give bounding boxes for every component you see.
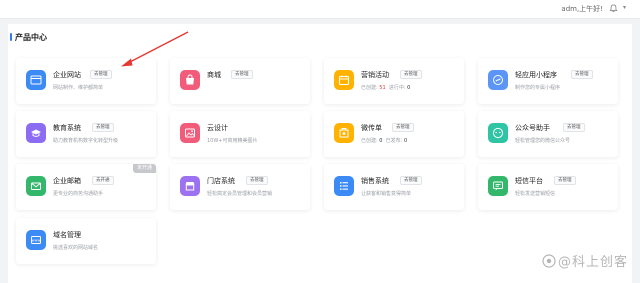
image-icon	[180, 123, 200, 143]
mail-icon	[26, 176, 46, 196]
manage-button[interactable]: 去管理	[90, 70, 112, 79]
watermark: @科上创客	[542, 251, 628, 270]
chevron-down-icon[interactable]: ▾	[623, 4, 626, 11]
card-title: 域名管理	[53, 231, 81, 239]
card-title: 短信平台	[515, 177, 543, 185]
list-icon	[334, 176, 354, 196]
card-stats: 已创建: 51 进行中: 0	[361, 85, 411, 91]
notification-icon[interactable]	[609, 4, 618, 13]
product-card-sms-platform[interactable]: 短信平台 去管理 轻松发送营销短信	[478, 164, 618, 210]
store-icon	[180, 176, 200, 196]
message-icon	[488, 176, 508, 196]
section-title: 产品中心	[10, 33, 47, 42]
product-card-flyer[interactable]: 微传单 去管理 已创建: 0 已发布: 0	[324, 111, 464, 157]
card-title: 商城	[207, 71, 221, 79]
product-card-marketing[interactable]: 营销活动 去管理 已创建: 51 进行中: 0	[324, 58, 464, 104]
watermark-logo-icon	[542, 253, 556, 268]
card-description: 制作您的专属小程序	[515, 85, 561, 91]
card-description: 轻松搞定会员管理和会员营销	[207, 191, 273, 197]
manage-button[interactable]: 去管理	[231, 70, 253, 79]
browser-icon	[26, 70, 46, 90]
top-bar: adm,上午好! ▾	[0, 0, 640, 19]
created-count: 0	[379, 138, 383, 144]
manage-button[interactable]: 去管理	[400, 70, 422, 79]
calendar-icon	[334, 70, 354, 90]
card-title: 营销活动	[361, 71, 389, 79]
card-title: 教育系统	[53, 124, 81, 132]
card-description: 轻松管理您的微信公众号	[515, 138, 571, 144]
product-card-education[interactable]: 教育系统 去管理 助力教育机构数字化转型升级	[16, 111, 156, 157]
card-stats: 已创建: 0 已发布: 0	[361, 138, 408, 144]
card-title: 门店系统	[207, 177, 235, 185]
wechat-icon	[488, 123, 508, 143]
card-title: 公众号助手	[515, 124, 550, 132]
manage-button[interactable]: 去管理	[400, 176, 422, 185]
watermark-text: @科上创客	[557, 255, 628, 270]
activate-button[interactable]: 去开通	[92, 176, 114, 185]
card-description: 更专业的商务沟通助手	[53, 191, 104, 197]
card-title: 微传单	[361, 124, 382, 132]
card-title: 销售系统	[361, 177, 389, 185]
product-card-enterprise-mail[interactable]: 未开通 企业邮箱 去开通 更专业的商务沟通助手	[16, 164, 156, 210]
manage-button[interactable]: 去管理	[92, 123, 114, 132]
product-card-cloud-design[interactable]: 云设计 10W+可商用精美图片	[170, 111, 310, 157]
manage-button[interactable]: 去管理	[246, 176, 268, 185]
card-title: 云设计	[207, 124, 228, 132]
product-card-store-system[interactable]: 门店系统 去管理 轻松搞定会员管理和会员营销	[170, 164, 310, 210]
published-count: 0	[403, 138, 408, 144]
card-description: 挑选喜欢的网站域名	[53, 245, 99, 251]
product-card-website[interactable]: 企业网站 去管理 网站制作、维护都简单	[16, 58, 156, 104]
user-greeting[interactable]: adm,上午好!	[561, 4, 603, 14]
product-card-official-account[interactable]: 公众号助手 去管理 轻松管理您的微信公众号	[478, 111, 618, 157]
manage-button[interactable]: 去管理	[571, 70, 593, 79]
product-card-miniprogram[interactable]: 轻应用小程序 去管理 制作您的专属小程序	[478, 58, 618, 104]
product-card-domain[interactable]: www 域名管理 挑选喜欢的网站域名	[16, 218, 156, 264]
card-description: 让获客和销售变得简单	[361, 191, 412, 197]
running-count: 0	[407, 85, 411, 91]
manage-button[interactable]: 去管理	[563, 123, 585, 132]
product-card-sales-system[interactable]: 销售系统 去管理 让获客和销售变得简单	[324, 164, 464, 210]
status-badge: 未开通	[132, 164, 156, 173]
card-description: 10W+可商用精美图片	[207, 138, 258, 144]
card-description: 网站制作、维护都简单	[53, 85, 104, 91]
card-title: 企业邮箱	[53, 177, 81, 185]
manage-button[interactable]: 去管理	[392, 123, 414, 132]
manage-button[interactable]: 去管理	[554, 176, 576, 185]
card-title: 企业网站	[53, 71, 81, 79]
mini-program-icon	[488, 70, 508, 90]
domain-icon: www	[26, 230, 46, 250]
shopping-bag-icon	[180, 70, 200, 90]
education-icon	[26, 123, 46, 143]
flyer-icon	[334, 123, 354, 143]
product-center-panel: 产品中心 企业网站 去管理 网站制作、维护都简单 商城 去管理 营销活动 去管理…	[8, 24, 632, 283]
product-card-mall[interactable]: 商城 去管理	[170, 58, 310, 104]
card-description: 助力教育机构数字化转型升级	[53, 138, 119, 144]
card-description: 轻松发送营销短信	[515, 191, 556, 197]
card-title: 轻应用小程序	[515, 71, 557, 79]
created-count: 51	[379, 85, 386, 91]
svg-text:www: www	[32, 239, 41, 243]
